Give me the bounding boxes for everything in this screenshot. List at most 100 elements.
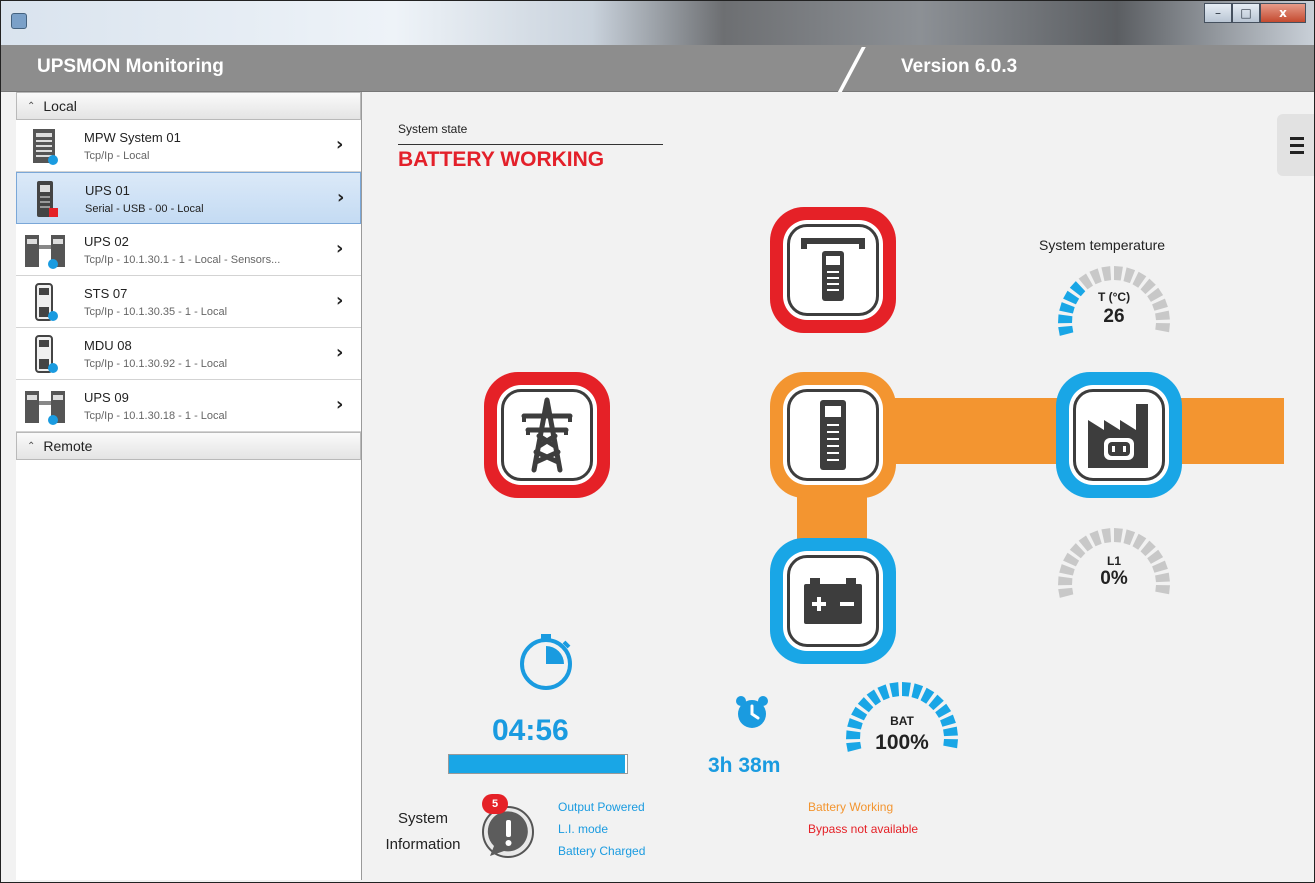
chevron-right-icon[interactable]: › [336,238,343,259]
device-name: MPW System 01 [84,130,181,145]
collapse-chevron-icon: ⌃ [27,100,36,112]
gauge-segment [1114,528,1123,543]
battery-charge-value: 100% [875,731,929,754]
device-name: UPS 01 [85,183,130,198]
status-li-mode: L.I. mode [558,822,609,836]
gauge-segment [847,718,863,730]
gauge-segment [1155,323,1170,333]
backup-progress-bar [448,754,628,774]
device-row[interactable]: MDU 08 Tcp/Ip - 10.1.30.92 - 1 - Local › [16,328,361,380]
tower-ups-icon [37,181,58,217]
status-bypass-unavailable: Bypass not available [808,822,919,836]
gauge-segment [1155,585,1170,595]
system-temperature-title: System temperature [1039,237,1166,253]
bypass-node[interactable] [770,207,896,333]
minimize-button[interactable]: – [1204,3,1232,23]
device-connection-detail: Tcp/Ip - 10.1.30.18 - 1 - Local [84,410,228,422]
load-phase-label: L1 [1106,554,1121,568]
sts-icon [35,283,58,321]
device-connection-detail: Tcp/Ip - 10.1.30.1 - 1 - Local - Sensors… [84,254,281,266]
system-state-value: BATTERY WORKING [398,148,605,171]
local-section-label: Local [43,98,77,114]
status-battery-charged: Battery Charged [558,844,646,858]
stopwatch-icon [520,634,572,690]
gauge-segment [1058,325,1074,336]
close-button[interactable]: x [1260,3,1306,23]
input-mains-node[interactable] [484,372,610,498]
device-name: STS 07 [84,286,128,301]
device-name: MDU 08 [84,338,132,353]
system-information-label: System Information [380,806,466,858]
chevron-right-icon[interactable]: › [336,134,343,155]
output-load-node[interactable] [1056,372,1182,498]
gauge-segment [902,682,911,697]
alarm-clock-icon [736,696,768,728]
maximize-button[interactable]: □ [1232,3,1260,23]
app-title: UPSMON Monitoring [37,56,224,77]
battery-gauge-label: BAT [890,714,914,728]
hamburger-icon [1290,137,1304,154]
app-version: Version 6.0.3 [901,56,1018,77]
chevron-right-icon[interactable]: › [336,394,343,415]
gauge-segment [889,682,900,698]
ups-node[interactable] [770,372,896,498]
gauge-segment [1155,310,1170,321]
gauge-segment [1123,267,1136,284]
gauge-segment [1089,530,1102,547]
temperature-value: 26 [1103,306,1125,327]
battery-autonomy: 3h 38m [708,754,781,777]
load-value: 0% [1100,568,1128,589]
bypass-ups-icon [801,238,865,301]
battery-icon [804,578,862,624]
device-row[interactable]: UPS 02 Tcp/Ip - 10.1.30.1 - 1 - Local - S… [16,224,361,276]
gauge-segment [846,730,861,740]
battery-node[interactable] [770,538,896,664]
window-controls: – □ x [1204,3,1306,23]
ups-tower-icon [820,400,846,470]
remote-section-header[interactable]: ⌃ Remote [16,432,361,460]
system-state-label: System state [398,122,468,136]
app-header: UPSMON Monitoring Version 6.0.3 [1,45,1314,95]
device-row[interactable]: STS 07 Tcp/Ip - 10.1.30.35 - 1 - Local › [16,276,361,328]
backup-countdown: 04:56 [492,714,569,747]
gauge-segment [877,684,890,701]
device-name: UPS 09 [84,390,129,405]
local-section-header[interactable]: ⌃ Local [16,92,361,120]
gauge-segment [1123,529,1136,546]
device-row[interactable]: UPS 01 Serial - USB - 00 - Local › [16,172,361,224]
gauge-segment [1089,268,1102,285]
gauge-segment [943,726,958,737]
window-titlebar[interactable]: – □ x [1,1,1314,45]
mdu-icon [35,335,58,373]
chevron-right-icon[interactable]: › [336,290,343,311]
device-row[interactable]: UPS 09 Tcp/Ip - 10.1.30.18 - 1 - Local › [16,380,361,432]
gauge-segment [1059,302,1075,314]
header-divider [836,47,866,95]
device-row[interactable]: MPW System 01 Tcp/Ip - Local › [16,120,361,172]
gauge-segment [1058,314,1073,324]
rack-ups-icon [33,129,58,165]
device-list: MPW System 01 Tcp/Ip - Local › UPS 01 Serial… [16,120,361,432]
dual-ups-icon [25,391,65,425]
gauge-segment [846,741,862,752]
system-state-underline [398,144,663,145]
gauge-segment [940,714,956,727]
gauge-segment [1058,587,1074,598]
status-output-powered: Output Powered [558,800,645,814]
gauge-segment [1059,564,1075,576]
status-list-left: Output Powered L.I. mode Battery Charged [558,796,645,862]
device-connection-detail: Tcp/Ip - 10.1.30.92 - 1 - Local [84,358,228,370]
device-sidebar: ⌃ Local MPW System 01 Tcp/Ip - Local › UPS … [16,92,362,880]
gauge-segment [1101,266,1112,282]
chevron-right-icon[interactable]: › [337,187,344,208]
gauge-segment [911,683,924,700]
device-connection-detail: Tcp/Ip - 10.1.30.35 - 1 - Local [84,306,228,318]
app-window: – □ x UPSMON Monitoring Version 6.0.3 ⌃ … [0,0,1315,883]
system-information-line1: System [397,810,448,827]
status-battery-working: Battery Working [808,800,894,814]
chevron-right-icon[interactable]: › [336,342,343,363]
device-connection-detail: Serial - USB - 00 - Local [85,203,204,215]
gauge-segment [943,739,958,749]
system-information-line2: Information [385,836,461,853]
hamburger-menu-button[interactable] [1277,114,1314,176]
